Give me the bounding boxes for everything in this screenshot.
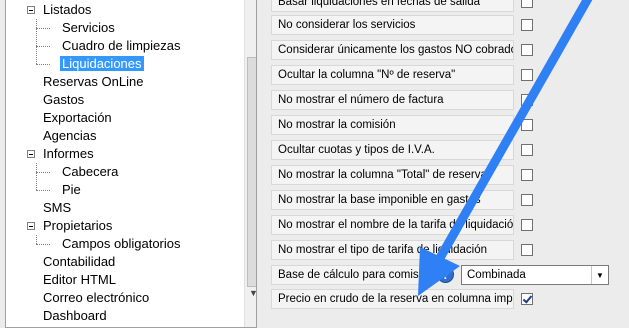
tree-connector bbox=[36, 235, 37, 244]
option-ocultar-num-reserva: Ocultar la columna "Nº de reserva" bbox=[271, 65, 514, 85]
checkbox-no-tipo-tarifa[interactable] bbox=[521, 244, 533, 256]
option-gastos-no-cobrados: Considerar únicamente los gastos NO cobr… bbox=[271, 40, 514, 60]
option-ocultar-iva: Ocultar cuotas y tipos de I.V.A. bbox=[271, 140, 514, 160]
tree-item-reservas-online[interactable]: Reservas OnLine bbox=[41, 73, 145, 91]
checkbox-gastos-no-cobrados[interactable] bbox=[521, 44, 533, 56]
tree-item-label: Reservas OnLine bbox=[43, 74, 144, 89]
checkbox-no-comision[interactable] bbox=[521, 119, 533, 131]
option-basar-liquidaciones: Basar liquidaciones en fechas de salida bbox=[271, 0, 514, 12]
checkbox-ocultar-iva[interactable] bbox=[521, 144, 533, 156]
tree-item-label: Correo electrónico bbox=[43, 290, 150, 305]
tree-item-pie[interactable]: Pie bbox=[60, 181, 83, 199]
option-base-calculo: Base de cálculo para comisiones bbox=[271, 265, 433, 285]
tree-item-label: Pie bbox=[62, 182, 81, 197]
base-calculo-select[interactable]: Combinada ▼ bbox=[461, 265, 609, 285]
tree-item-gastos[interactable]: Gastos bbox=[41, 91, 86, 109]
help-icon[interactable]: ? bbox=[437, 266, 454, 283]
checkbox-precio-crudo[interactable] bbox=[521, 293, 533, 305]
option-no-comision: No mostrar la comisión bbox=[271, 115, 514, 135]
checkbox-basar-liquidaciones[interactable] bbox=[521, 0, 533, 8]
checkbox-no-numero-factura[interactable] bbox=[521, 94, 533, 106]
tree-connector bbox=[36, 28, 50, 29]
tree-item-label: Informes bbox=[43, 146, 94, 161]
tree-item-label: Cabecera bbox=[62, 164, 119, 179]
tree-item-propietarios[interactable]: Propietarios bbox=[41, 217, 114, 235]
checkbox-no-nombre-tarifa[interactable] bbox=[521, 219, 533, 231]
tree-item-listados[interactable]: Listados bbox=[41, 1, 93, 19]
option-precio-crudo: Precio en crudo de la reserva en columna… bbox=[271, 289, 514, 309]
option-no-considerar-servicios: No considerar los servicios bbox=[271, 15, 514, 35]
tree-item-servicios[interactable]: Servicios bbox=[60, 19, 117, 37]
tree-item-label: Contabilidad bbox=[43, 254, 116, 269]
tree-connector bbox=[36, 46, 50, 47]
tree-item-label: SMS bbox=[43, 200, 72, 215]
option-no-base-imponible: No mostrar la base imponible en gastos bbox=[271, 190, 514, 210]
tree-item-label: Propietarios bbox=[43, 218, 113, 233]
tree-item-sms[interactable]: SMS bbox=[41, 199, 73, 217]
chevron-down-icon[interactable]: ▼ bbox=[591, 266, 608, 284]
tree-item-label: Liquidaciones bbox=[60, 56, 144, 71]
option-no-tipo-tarifa: No mostrar el tipo de tarifa de liquidac… bbox=[271, 240, 514, 260]
tree-connector bbox=[36, 244, 50, 245]
tree-item-liquidaciones[interactable]: Liquidaciones bbox=[60, 55, 144, 73]
tree-item-cuadro-limpiezas[interactable]: Cuadro de limpiezas bbox=[60, 37, 183, 55]
tree-item-label: Agencias bbox=[43, 128, 97, 143]
option-no-numero-factura: No mostrar el número de factura bbox=[271, 90, 514, 110]
collapse-icon[interactable] bbox=[27, 150, 35, 158]
tree-item-editor-html[interactable]: Editor HTML bbox=[41, 271, 118, 289]
collapse-icon[interactable] bbox=[27, 222, 35, 230]
collapse-icon[interactable] bbox=[27, 6, 35, 14]
tree-connector bbox=[36, 190, 50, 191]
tree-connector bbox=[36, 163, 37, 190]
tree-item-contabilidad[interactable]: Contabilidad bbox=[41, 253, 117, 271]
option-no-nombre-tarifa: No mostrar el nombre de la tarifa de liq… bbox=[271, 215, 514, 235]
scroll-down-icon[interactable]: ▼ bbox=[245, 284, 256, 301]
tree-item-label: Dashboard bbox=[43, 308, 107, 323]
tree-connector bbox=[36, 19, 37, 64]
tree-item-label: Gastos bbox=[43, 92, 85, 107]
tree-item-label: Campos obligatorios bbox=[62, 236, 181, 251]
base-calculo-value: Combinada bbox=[467, 269, 526, 281]
tree-item-correo-electronico[interactable]: Correo electrónico bbox=[41, 289, 151, 307]
tree-item-cabecera[interactable]: Cabecera bbox=[60, 163, 120, 181]
tree-item-label: Cuadro de limpiezas bbox=[62, 38, 181, 53]
settings-tree[interactable]: Listados Servicios Cuadro de limpiezas L… bbox=[5, 0, 257, 328]
tree-item-label: Servicios bbox=[62, 20, 115, 35]
tree-item-label: Listados bbox=[43, 2, 92, 17]
tree-item-campos-obligatorios[interactable]: Campos obligatorios bbox=[60, 235, 183, 253]
tree-item-agencias[interactable]: Agencias bbox=[41, 127, 98, 145]
option-no-total-reserva: No mostrar la columna "Total" de reserva bbox=[271, 165, 514, 185]
tree-item-label: Editor HTML bbox=[43, 272, 116, 287]
tree-scrollbar[interactable]: ▼ bbox=[244, 0, 256, 327]
tree-item-label: Exportación bbox=[43, 110, 112, 125]
tree-connector bbox=[36, 172, 50, 173]
tree-item-dashboard[interactable]: Dashboard bbox=[41, 307, 109, 325]
checkbox-no-considerar-servicios[interactable] bbox=[521, 19, 533, 31]
tree-item-informes[interactable]: Informes bbox=[41, 145, 96, 163]
tree-item-exportacion[interactable]: Exportación bbox=[41, 109, 114, 127]
scrollbar-thumb[interactable] bbox=[247, 57, 256, 287]
tree-connector bbox=[36, 64, 50, 65]
checkbox-no-total-reserva[interactable] bbox=[521, 169, 533, 181]
checkbox-ocultar-num-reserva[interactable] bbox=[521, 69, 533, 81]
checkbox-no-base-imponible[interactable] bbox=[521, 194, 533, 206]
